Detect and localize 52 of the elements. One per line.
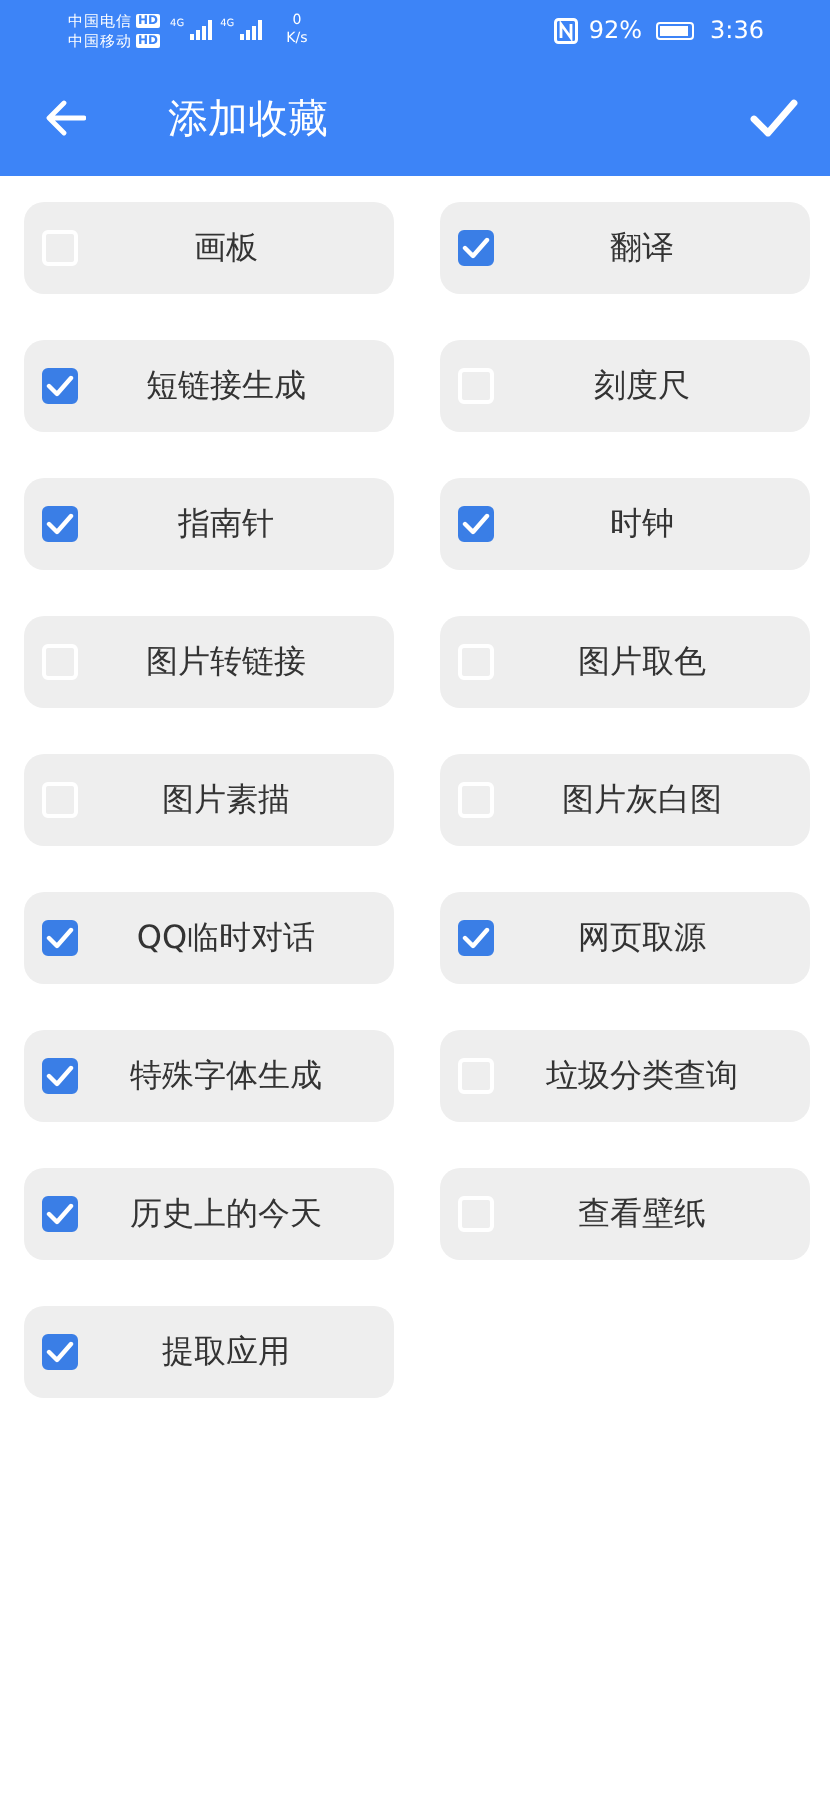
checkbox[interactable] [42,1058,78,1094]
option-card[interactable]: 指南针 [24,478,394,570]
page-title: 添加收藏 [168,91,328,145]
option-label: 查看壁纸 [576,1193,708,1235]
option-label: 时钟 [608,503,676,545]
option-label: QQ临时对话 [134,917,318,959]
checkbox[interactable] [42,1196,78,1232]
signal-icon [190,20,215,40]
option-card[interactable]: 翻译 [440,202,810,294]
option-label: 历史上的今天 [128,1193,324,1235]
option-label: 垃圾分类查询 [544,1055,740,1097]
checkbox[interactable] [42,506,78,542]
nfc-icon [554,17,579,43]
option-card[interactable]: 特殊字体生成 [24,1030,394,1122]
checkbox[interactable] [42,368,78,404]
checkbox[interactable] [458,230,494,266]
option-card[interactable]: 图片素描 [24,754,394,846]
option-card[interactable]: 网页取源 [440,892,810,984]
option-label: 短链接生成 [144,365,308,407]
option-card[interactable]: 刻度尺 [440,340,810,432]
option-label: 特殊字体生成 [128,1055,324,1097]
battery-icon [656,21,695,39]
option-label: 网页取源 [576,917,708,959]
option-card[interactable]: 提取应用 [24,1306,394,1398]
option-card[interactable]: QQ临时对话 [24,892,394,984]
option-card[interactable]: 图片取色 [440,616,810,708]
option-label: 图片灰白图 [560,779,724,821]
option-label: 图片取色 [576,641,708,683]
checkbox[interactable] [42,920,78,956]
clock-time: 3:36 [710,16,764,44]
confirm-check-icon[interactable] [750,98,798,138]
option-card[interactable]: 图片转链接 [24,616,394,708]
back-arrow-icon[interactable] [46,100,86,136]
option-label: 画板 [192,227,260,269]
checkbox[interactable] [458,920,494,956]
signal-icon [240,20,265,40]
option-label: 提取应用 [160,1331,292,1373]
option-card[interactable]: 查看壁纸 [440,1168,810,1260]
battery-percent: 92% [588,16,643,44]
option-label: 指南针 [176,503,276,545]
option-label: 图片素描 [160,779,292,821]
option-card[interactable]: 画板 [24,202,394,294]
option-label: 刻度尺 [592,365,692,407]
option-card[interactable]: 历史上的今天 [24,1168,394,1260]
option-label: 翻译 [608,227,676,269]
option-card[interactable]: 垃圾分类查询 [440,1030,810,1122]
option-card[interactable]: 时钟 [440,478,810,570]
option-label: 图片转链接 [144,641,308,683]
checkbox[interactable] [458,506,494,542]
option-card[interactable]: 短链接生成 [24,340,394,432]
option-card[interactable]: 图片灰白图 [440,754,810,846]
checkbox[interactable] [42,1334,78,1370]
